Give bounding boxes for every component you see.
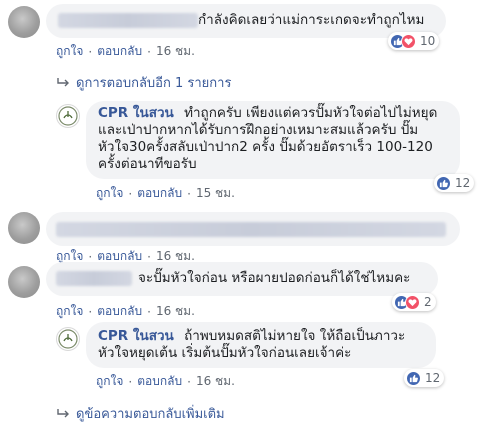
view-more-replies-label: ดูการตอบกลับอีก 1 รายการ	[76, 76, 232, 91]
redacted-comment	[56, 221, 446, 237]
reply-arrow-icon	[57, 77, 69, 86]
reply-button[interactable]: ตอบกลับ	[97, 302, 142, 321]
reply-arrow-icon	[57, 408, 69, 417]
comment-bubble: จะปั๊มหัวใจก่อน หรือผายปอดก่อนก็ได้ใช่ไห…	[46, 262, 438, 296]
reply-author[interactable]: CPR ในสวน	[98, 105, 174, 121]
love-icon	[401, 33, 416, 49]
reply-button[interactable]: ตอบกลับ	[137, 372, 182, 391]
separator-dot: ·	[187, 186, 191, 201]
timestamp[interactable]: 16 ชม.	[156, 302, 195, 321]
reply-bubble: CPR ในสวน ถ้าพบหมดสติไม่หายใจ ให้ถือเป็น…	[86, 322, 436, 368]
separator-dot: ·	[128, 374, 133, 389]
redacted-author-name[interactable]	[58, 12, 198, 28]
reply-author[interactable]: CPR ในสวน	[98, 328, 174, 344]
like-icon	[406, 370, 421, 386]
reaction-summary[interactable]: 12	[404, 369, 445, 387]
reply-bubble: CPR ในสวน ทำถูกครับ เพียงแต่ควรปั๊มหัวใจ…	[86, 101, 460, 179]
view-more-comments-link[interactable]: ดูข้อความตอบกลับเพิ่มเติม	[56, 403, 225, 424]
comment-actions: ถูกใจ · ตอบกลับ · 16 ชม.	[56, 302, 195, 321]
comment-bubble: กำลังคิดเลยว่าแม่การะเกดจะทำถูกไหม	[46, 4, 446, 38]
reaction-summary[interactable]: 12	[434, 174, 475, 192]
avatar[interactable]	[8, 212, 40, 244]
avatar[interactable]	[56, 327, 80, 351]
avatar[interactable]	[56, 104, 80, 128]
separator-dot: ·	[88, 44, 93, 59]
timestamp[interactable]: 16 ชม.	[156, 42, 195, 61]
separator-dot: ·	[147, 304, 151, 319]
comment-actions: ถูกใจ · ตอบกลับ · 16 ชม.	[56, 42, 195, 61]
like-button[interactable]: ถูกใจ	[96, 184, 123, 203]
separator-dot: ·	[128, 186, 133, 201]
separator-dot: ·	[187, 374, 191, 389]
reply-button[interactable]: ตอบกลับ	[137, 184, 182, 203]
like-button[interactable]: ถูกใจ	[56, 302, 83, 321]
separator-dot: ·	[88, 304, 93, 319]
separator-dot: ·	[147, 44, 151, 59]
view-more-comments-label: ดูข้อความตอบกลับเพิ่มเติม	[76, 407, 225, 422]
reaction-count: 10	[420, 34, 436, 48]
view-more-replies-link[interactable]: ดูการตอบกลับอีก 1 รายการ	[56, 72, 231, 93]
reaction-summary[interactable]: 2	[392, 293, 436, 311]
reaction-count: 12	[455, 176, 471, 190]
timestamp[interactable]: 15 ชม.	[196, 184, 235, 203]
redacted-author-name[interactable]	[56, 270, 132, 286]
comment-bubble	[46, 212, 460, 246]
love-icon	[405, 294, 420, 310]
avatar[interactable]	[8, 266, 40, 298]
timestamp[interactable]: 16 ชม.	[196, 372, 235, 391]
comment-text: กำลังคิดเลยว่าแม่การะเกดจะทำถูกไหม	[198, 12, 425, 28]
reply-actions: ถูกใจ · ตอบกลับ · 16 ชม.	[96, 372, 235, 391]
like-icon	[436, 175, 451, 191]
avatar[interactable]	[8, 6, 40, 38]
page-logo-icon	[58, 106, 78, 126]
reply-actions: ถูกใจ · ตอบกลับ · 15 ชม.	[96, 184, 235, 203]
reply-button[interactable]: ตอบกลับ	[97, 42, 142, 61]
like-button[interactable]: ถูกใจ	[96, 372, 123, 391]
reaction-summary[interactable]: 10	[388, 32, 440, 50]
comment-text: จะปั๊มหัวใจก่อน หรือผายปอดก่อนก็ได้ใช่ไห…	[138, 270, 411, 286]
page-logo-icon	[58, 329, 78, 349]
reaction-count: 2	[424, 295, 432, 309]
like-button[interactable]: ถูกใจ	[56, 42, 83, 61]
reaction-count: 12	[425, 371, 441, 385]
